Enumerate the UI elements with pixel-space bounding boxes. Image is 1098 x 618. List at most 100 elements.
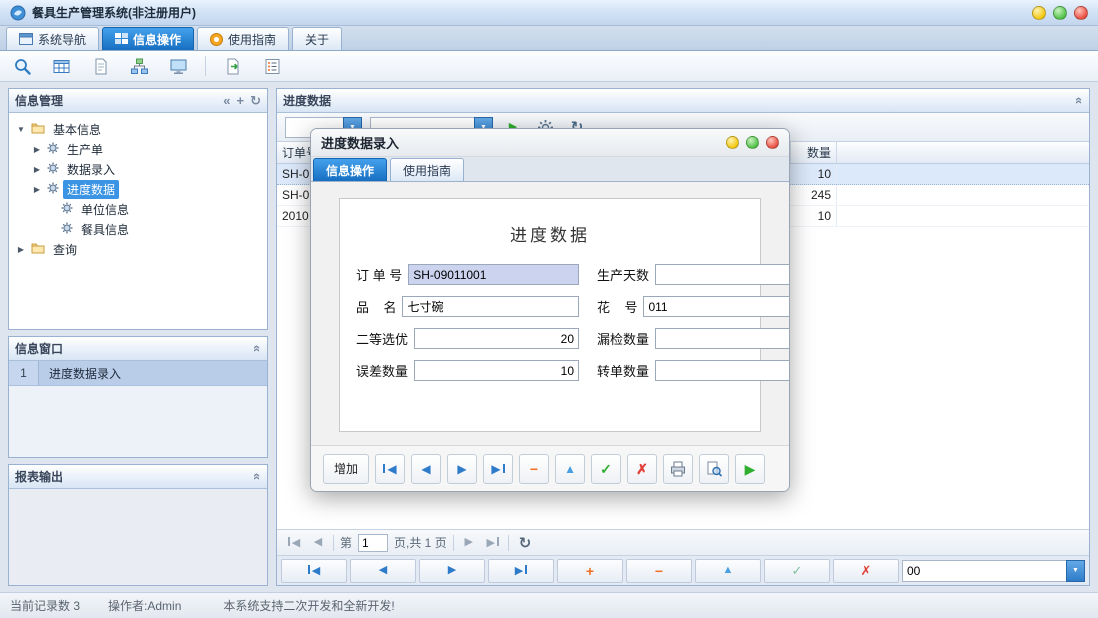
edit-record-button[interactable]: ▲	[695, 559, 761, 583]
tab-user-guide[interactable]: 使用指南	[197, 27, 289, 50]
pattern-number-input[interactable]	[643, 296, 790, 317]
maximize-button[interactable]	[1053, 6, 1067, 20]
tree-node-label[interactable]: 查询	[49, 240, 81, 259]
print-button[interactable]	[663, 454, 693, 484]
record-count-combo: ▼	[902, 560, 1085, 582]
cancel-button[interactable]: ✗	[833, 559, 899, 583]
error-quantity-input[interactable]	[414, 360, 579, 381]
document-button[interactable]	[88, 54, 112, 78]
order-number-input[interactable]	[408, 264, 579, 285]
first-record-button[interactable]: ◀	[375, 454, 405, 484]
up-icon: ▲	[723, 565, 734, 576]
collapse-panel-icon[interactable]: «	[1073, 97, 1086, 104]
delete-record-button[interactable]: −	[626, 559, 692, 583]
dialog-close-button[interactable]	[766, 136, 779, 149]
print-preview-button[interactable]	[699, 454, 729, 484]
grid-icon	[115, 33, 128, 45]
tree-node-basic-info[interactable]: ▼ 基本信息	[11, 119, 265, 139]
tab-info-operation[interactable]: 信息操作	[102, 27, 194, 50]
tree-node-data-entry[interactable]: ▶ 数据录入	[11, 159, 265, 179]
edit-record-button[interactable]: ▲	[555, 454, 585, 484]
first-record-button[interactable]: ◀	[281, 559, 347, 583]
close-button[interactable]	[1074, 6, 1088, 20]
info-window-list: 1 进度数据录入	[9, 361, 267, 457]
tab-system-navigation[interactable]: 系统导航	[6, 27, 99, 50]
paging-toolbar: ◀ ◀ 第 页,共 1 页 ▶ ▶ ↻	[277, 529, 1089, 555]
list-button[interactable]	[260, 54, 284, 78]
tree-node-label[interactable]: 生产单	[63, 140, 107, 159]
add-record-button[interactable]: +	[557, 559, 623, 583]
dialog-titlebar[interactable]: 进度数据录入	[311, 129, 789, 157]
transfer-quantity-input[interactable]	[655, 360, 790, 381]
save-button[interactable]: ✓	[591, 454, 621, 484]
page-number-input[interactable]	[358, 534, 388, 552]
collapse-sidebar-icon[interactable]: «	[223, 94, 230, 107]
last-page-icon[interactable]: ▶	[484, 537, 502, 549]
collapse-panel-icon[interactable]: «	[251, 345, 264, 352]
second-grade-input[interactable]	[414, 328, 579, 349]
last-record-button[interactable]: ▶	[488, 559, 554, 583]
collapse-panel-icon[interactable]: «	[251, 473, 264, 480]
missed-inspection-input[interactable]	[655, 328, 790, 349]
next-page-icon[interactable]: ▶	[460, 537, 478, 548]
record-count-input[interactable]	[902, 560, 1066, 582]
dialog-title: 进度数据录入	[321, 133, 399, 152]
gear-icon	[61, 222, 73, 237]
dialog-tab-user-guide[interactable]: 使用指南	[390, 158, 464, 181]
form-title: 进度数据	[356, 221, 744, 246]
tree-node-label[interactable]: 数据录入	[63, 160, 119, 179]
confirm-button[interactable]: ✓	[764, 559, 830, 583]
field-missed-inspection: 漏检数量	[597, 328, 790, 349]
minimize-button[interactable]	[1032, 6, 1046, 20]
search-button[interactable]	[10, 54, 34, 78]
product-name-input[interactable]	[402, 296, 579, 317]
node-closed-icon[interactable]: ▶	[31, 185, 43, 194]
tree-node-progress-data[interactable]: ▶ 进度数据	[11, 179, 265, 199]
refresh-icon[interactable]: ↻	[519, 534, 532, 552]
first-page-icon[interactable]: ◀	[285, 537, 303, 549]
next-record-button[interactable]: ▶	[447, 454, 477, 484]
add-icon[interactable]: +	[237, 94, 245, 107]
tree-node-tableware-info[interactable]: 餐具信息	[11, 219, 265, 239]
production-days-input[interactable]	[655, 264, 790, 285]
tree-node-label[interactable]: 单位信息	[77, 200, 133, 219]
dialog-maximize-button[interactable]	[746, 136, 759, 149]
delete-record-button[interactable]: −	[519, 454, 549, 484]
field-label: 花 号	[597, 297, 637, 316]
folder-icon	[31, 122, 45, 137]
cancel-button[interactable]: ✗	[627, 454, 657, 484]
monitor-button[interactable]	[166, 54, 190, 78]
last-record-button[interactable]: ▶	[483, 454, 513, 484]
dialog-tab-info-operation[interactable]: 信息操作	[313, 158, 387, 181]
export-button[interactable]	[221, 54, 245, 78]
minus-icon: −	[530, 462, 538, 476]
node-closed-icon[interactable]: ▶	[31, 145, 43, 154]
next-record-button[interactable]: ▶	[419, 559, 485, 583]
chevron-down-icon[interactable]: ▼	[1066, 560, 1085, 582]
column-header-qty[interactable]: 数量	[791, 142, 837, 163]
tree-node-query[interactable]: ▶ 查询	[11, 239, 265, 259]
tree-node-unit-info[interactable]: 单位信息	[11, 199, 265, 219]
node-closed-icon[interactable]: ▶	[15, 245, 27, 254]
refresh-icon[interactable]: ↻	[250, 94, 261, 107]
field-label: 生产天数	[597, 265, 649, 284]
dialog-minimize-button[interactable]	[726, 136, 739, 149]
tree-node-label[interactable]: 餐具信息	[77, 220, 133, 239]
tree-node-label[interactable]: 进度数据	[63, 180, 119, 199]
prev-record-button[interactable]: ◀	[411, 454, 441, 484]
prev-record-button[interactable]: ◀	[350, 559, 416, 583]
prev-page-icon[interactable]: ◀	[309, 537, 327, 548]
list-item-progress-entry[interactable]: 1 进度数据录入	[9, 361, 267, 386]
add-button[interactable]: 增加	[323, 454, 369, 484]
node-open-icon[interactable]: ▼	[15, 125, 27, 134]
run-button[interactable]: ▶	[735, 454, 765, 484]
table-button[interactable]	[49, 54, 73, 78]
tab-label: 关于	[305, 31, 329, 48]
tab-about[interactable]: 关于	[292, 27, 342, 50]
tree-node-production-order[interactable]: ▶ 生产单	[11, 139, 265, 159]
node-closed-icon[interactable]: ▶	[31, 165, 43, 174]
cross-icon: ✗	[861, 564, 872, 577]
orgchart-button[interactable]	[127, 54, 151, 78]
tree-node-label[interactable]: 基本信息	[49, 120, 105, 139]
operator-status: 操作者:Admin	[108, 597, 181, 614]
